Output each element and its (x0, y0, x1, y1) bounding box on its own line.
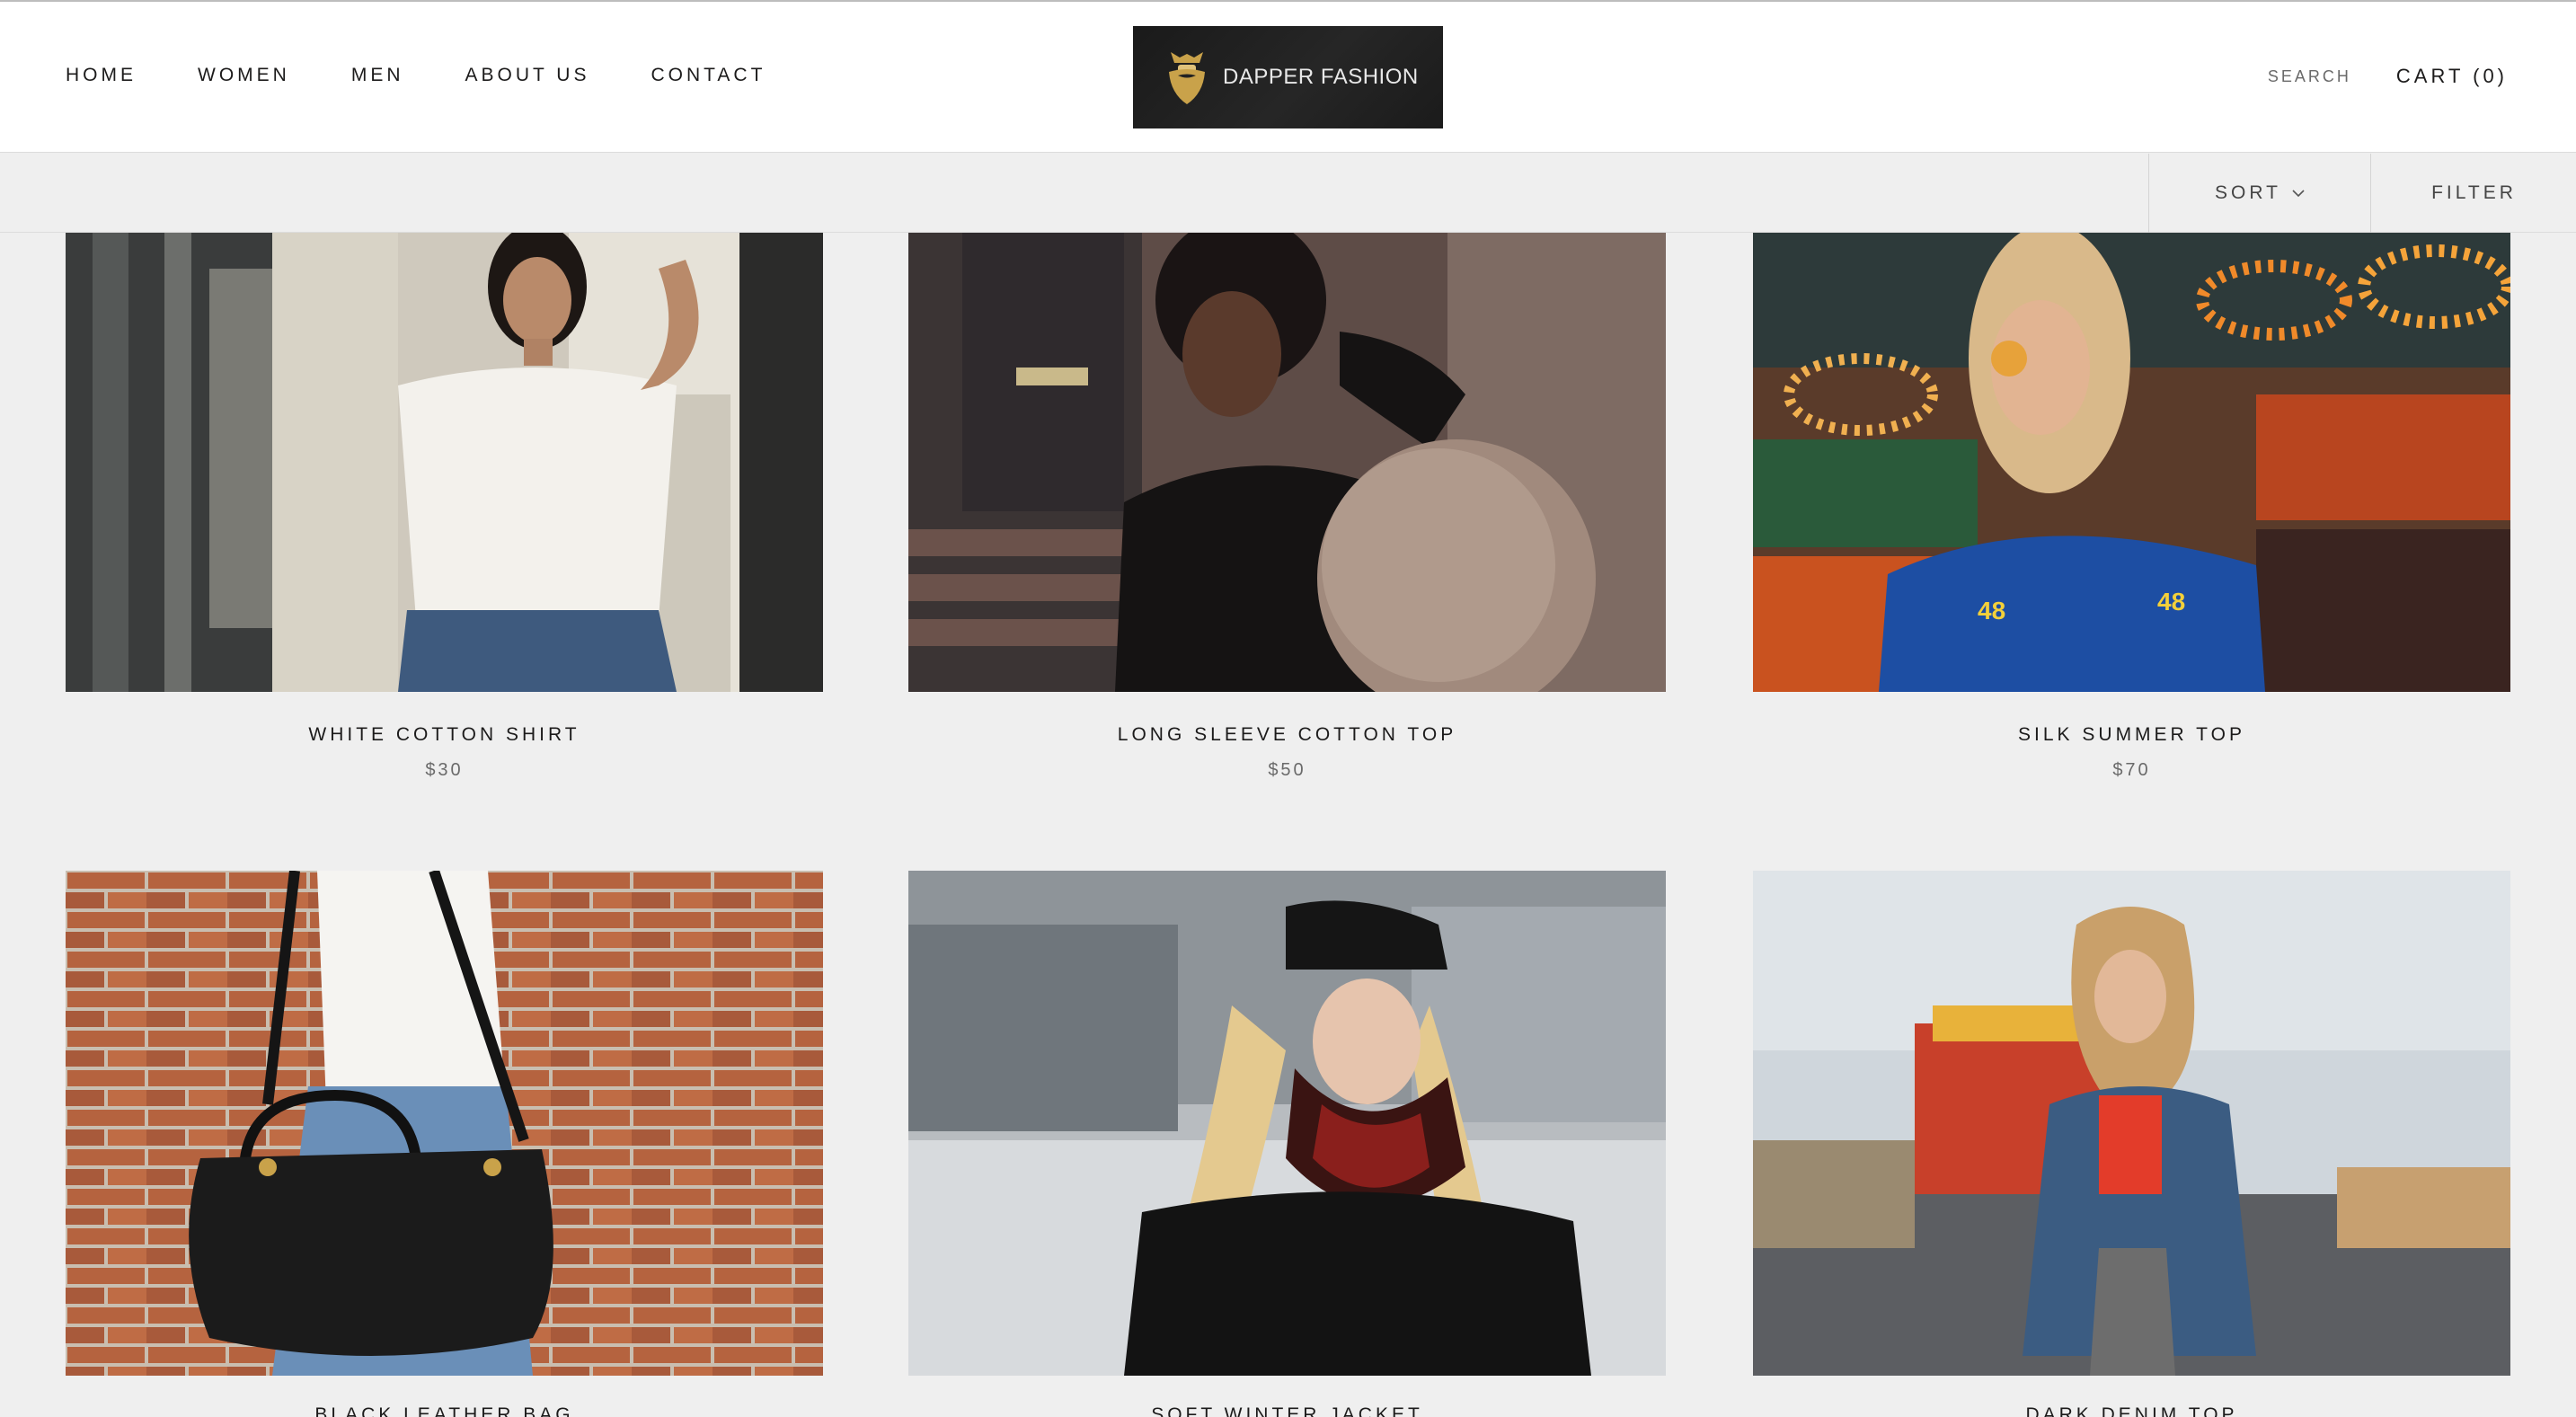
search-link[interactable]: SEARCH (2268, 67, 2351, 86)
svg-text:48: 48 (2157, 588, 2185, 616)
header-actions: SEARCH CART (0) (2268, 65, 2508, 88)
product-card[interactable]: SOFT WINTER JACKET (908, 871, 1666, 1417)
product-image[interactable] (1753, 871, 2510, 1376)
product-price: $30 (425, 760, 464, 780)
site-logo[interactable]: DAPPER FASHION (1133, 26, 1443, 128)
product-card[interactable]: BLACK LEATHER BAG (66, 871, 823, 1417)
product-card[interactable]: WHITE COTTON SHIRT $30 (66, 233, 823, 781)
product-card[interactable]: 48 48 SILK SUMMER TOP $70 (1753, 233, 2510, 781)
chevron-down-icon (2292, 189, 2305, 198)
nav-men[interactable]: MEN (351, 65, 404, 86)
main-nav: HOME WOMEN MEN ABOUT US CONTACT (66, 65, 827, 86)
site-header: HOME WOMEN MEN ABOUT US CONTACT DAPPER F… (0, 2, 2576, 153)
product-name[interactable]: SOFT WINTER JACKET (908, 1404, 1666, 1417)
product-name[interactable]: BLACK LEATHER BAG (66, 1404, 823, 1417)
sort-label: SORT (2215, 182, 2281, 203)
product-image[interactable] (66, 233, 823, 692)
product-card[interactable]: DARK DENIM TOP (1753, 871, 2510, 1417)
product-name[interactable]: DARK DENIM TOP (1753, 1404, 2510, 1417)
nav-women[interactable]: WOMEN (198, 65, 290, 86)
product-price: $50 (1268, 760, 1306, 780)
nav-home[interactable]: HOME (66, 65, 137, 86)
product-name[interactable]: WHITE COTTON SHIRT (66, 724, 823, 746)
product-price: $70 (2112, 760, 2151, 780)
product-image[interactable] (66, 871, 823, 1376)
product-image[interactable]: 48 48 (1753, 233, 2510, 692)
product-image[interactable] (908, 871, 1666, 1376)
collection-toolbar: SORT FILTER (0, 154, 2576, 233)
filter-button[interactable]: FILTER (2372, 154, 2576, 233)
svg-text:48: 48 (1978, 597, 2005, 624)
product-card[interactable]: LONG SLEEVE COTTON TOP $50 (908, 233, 1666, 781)
nav-about-us[interactable]: ABOUT US (465, 65, 590, 86)
logo-text: DAPPER FASHION (1223, 65, 1419, 89)
sort-button[interactable]: SORT (2148, 154, 2371, 233)
product-image[interactable] (908, 233, 1666, 692)
product-name[interactable]: SILK SUMMER TOP (1753, 724, 2510, 746)
cart-link[interactable]: CART (0) (2396, 65, 2508, 88)
nav-contact[interactable]: CONTACT (651, 65, 766, 86)
beard-logo-icon (1165, 49, 1208, 106)
product-grid: WHITE COTTON SHIRT $30 LONG SLEEVE COTTO… (0, 233, 2576, 1417)
product-name[interactable]: LONG SLEEVE COTTON TOP (908, 724, 1666, 746)
